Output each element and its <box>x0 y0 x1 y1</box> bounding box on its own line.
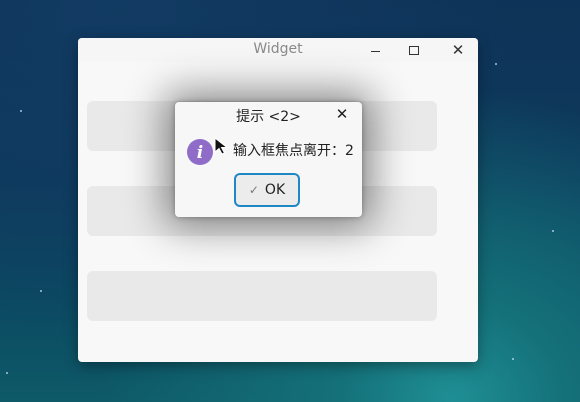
minimize-icon <box>370 50 380 52</box>
desktop-background: Widget ✕ 提示 <2> ✕ i 输入框焦点离开：2 ✓ OK <box>0 0 580 402</box>
star <box>495 63 497 65</box>
minimize-button[interactable] <box>362 38 388 62</box>
star <box>20 110 22 112</box>
input-field-3[interactable] <box>87 271 437 321</box>
star <box>512 358 514 360</box>
close-button[interactable]: ✕ <box>445 38 471 62</box>
dialog-message: 输入框焦点离开：2 <box>233 143 354 159</box>
maximize-icon <box>409 45 419 55</box>
mouse-cursor-icon <box>214 137 228 155</box>
info-icon: i <box>187 139 213 165</box>
star <box>40 290 42 292</box>
close-icon: ✕ <box>335 105 349 123</box>
maximize-button[interactable] <box>401 38 427 62</box>
message-dialog: 提示 <2> ✕ i 输入框焦点离开：2 ✓ OK <box>175 102 362 217</box>
star <box>552 230 554 232</box>
star <box>6 372 8 374</box>
ok-button-label: OK <box>264 182 286 198</box>
close-icon: ✕ <box>451 40 465 59</box>
svg-text:i: i <box>197 143 203 163</box>
dialog-close-button[interactable]: ✕ <box>333 103 351 125</box>
ok-button[interactable]: ✓ OK <box>234 173 300 207</box>
check-icon: ✓ <box>248 183 259 197</box>
window-titlebar[interactable]: Widget ✕ <box>78 38 478 62</box>
